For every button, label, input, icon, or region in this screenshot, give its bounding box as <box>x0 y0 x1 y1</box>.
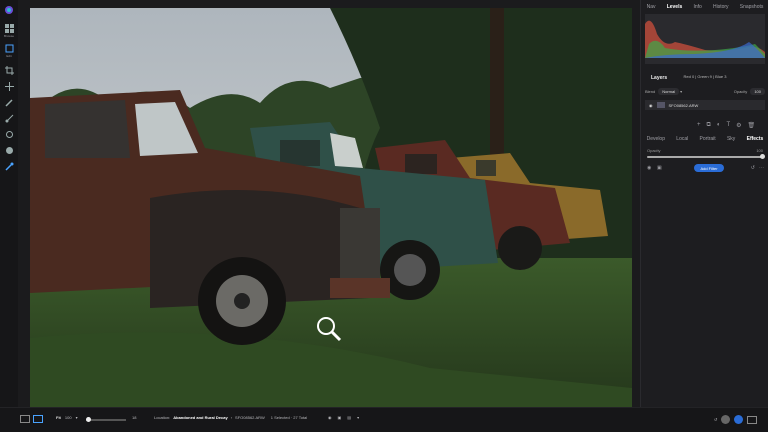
effects-opacity-value: 100 <box>756 148 763 153</box>
red-eye-icon[interactable] <box>3 160 15 172</box>
layer-actions: + ⧉ ◐ T ⚙ 🗑 <box>697 122 755 129</box>
eye-icon[interactable]: ◉ <box>649 103 653 108</box>
gradient-icon[interactable] <box>3 112 15 124</box>
visibility-icon[interactable]: ◉ <box>647 165 651 171</box>
compare-icon[interactable]: ▣ <box>338 415 342 420</box>
location-file: SFO08562.ARW <box>235 415 265 420</box>
histogram-graph <box>645 20 765 59</box>
filmstrip-view-icon[interactable] <box>33 415 43 423</box>
blend-label: Blend <box>645 89 656 94</box>
add-layer-icon[interactable]: + <box>697 122 701 129</box>
blend-select[interactable]: Normal <box>658 88 680 95</box>
settings-icon[interactable]: ⚙ <box>736 122 741 129</box>
left-toolbar: Browse Edit <box>0 0 18 432</box>
zoom-dropdown-icon[interactable]: ▾ <box>76 415 78 420</box>
bottom-bar: Fit 100 ▾ 18 Location: Abandoned and Rur… <box>0 407 768 432</box>
app-logo-icon[interactable] <box>3 4 15 16</box>
effects-opacity-slider[interactable] <box>647 154 765 159</box>
transform-icon[interactable] <box>3 80 15 92</box>
tab-sky[interactable]: Sky <box>727 136 735 146</box>
edit-caption: Edit <box>6 54 12 58</box>
view-toggles <box>20 415 49 423</box>
location-value[interactable]: Abandoned and Rural Decay <box>173 415 227 420</box>
mask-toggle-icon[interactable]: ▣ <box>657 165 662 171</box>
tab-info[interactable]: Info <box>693 2 701 12</box>
zoom-slider-knob[interactable] <box>86 417 91 422</box>
selection-status: 1 Selected · 27 Total <box>270 415 308 420</box>
undo-icon[interactable]: ↺ <box>714 417 717 422</box>
cancel-icon[interactable] <box>721 415 731 424</box>
thumb-size-value: 18 <box>132 415 137 420</box>
delete-layer-icon[interactable]: 🗑 <box>748 122 756 129</box>
tab-develop[interactable]: Develop <box>647 136 665 146</box>
panel-toggle-icon[interactable] <box>747 415 758 424</box>
grid-view-icon[interactable] <box>20 415 30 423</box>
opacity-input[interactable]: 100 <box>750 88 765 95</box>
tab-local[interactable]: Local <box>676 136 688 146</box>
photo-canvas[interactable] <box>30 8 632 408</box>
zoom-slider[interactable] <box>86 417 126 422</box>
clone-icon[interactable] <box>3 144 15 156</box>
tab-levels[interactable]: Levels <box>667 2 683 12</box>
opacity-label: Opacity <box>733 89 748 94</box>
fit-label[interactable]: Fit <box>56 415 61 420</box>
mask-icon[interactable]: ◐ <box>717 122 721 129</box>
tab-portrait[interactable]: Portrait <box>700 136 716 146</box>
layers-title: Layers <box>651 75 668 81</box>
eye-preview-icon[interactable]: ◉ <box>328 415 332 420</box>
crop-icon[interactable] <box>3 64 15 76</box>
chevron-down-icon[interactable]: ▾ <box>357 415 359 420</box>
browse-caption: Browse <box>3 34 14 38</box>
tab-nav[interactable]: Nav <box>647 2 656 12</box>
location-display: Location: Abandoned and Rural Decay › SF… <box>154 415 308 420</box>
layer-item[interactable]: ◉ SFO08562.ARW <box>645 100 765 110</box>
before-after-icon[interactable]: ▤ <box>347 415 351 420</box>
brush-icon[interactable] <box>3 96 15 108</box>
right-panel: Nav Levels Info History Snapshots Red 0 … <box>640 0 768 432</box>
add-filter-button[interactable]: Add Filter <box>694 164 724 172</box>
tab-effects[interactable]: Effects <box>747 136 764 146</box>
layer-name: SFO08562.ARW <box>668 102 699 108</box>
duplicate-layer-icon[interactable]: ⧉ <box>707 122 711 129</box>
zoom-controls: Fit 100 ▾ <box>56 415 78 420</box>
more-options-icon[interactable]: ⋯ <box>759 165 764 171</box>
slider-knob[interactable] <box>760 154 765 159</box>
tab-history[interactable]: History <box>713 2 729 12</box>
blend-row: Blend Normal ▾ Opacity 100 <box>645 88 765 95</box>
right-actions: ↺ <box>714 415 758 424</box>
effects-opacity-label: Opacity <box>647 148 661 153</box>
edit-icon[interactable] <box>3 42 15 54</box>
zoom-value[interactable]: 100 <box>65 415 72 420</box>
histogram: Red 0 | Green 9 | Blue 3 <box>645 14 765 79</box>
done-icon[interactable] <box>734 415 744 424</box>
browse-icon[interactable] <box>3 22 15 34</box>
chevron-down-icon: ▾ <box>680 89 683 94</box>
layer-thumbnail <box>656 102 665 108</box>
view-icons: ◉ ▣ ▤ ▾ <box>328 415 359 420</box>
retouch-icon[interactable] <box>3 128 15 140</box>
location-label: Location: <box>154 415 171 420</box>
slider-fill <box>647 156 763 158</box>
text-layer-icon[interactable]: T <box>726 122 730 129</box>
photo-image <box>30 8 632 408</box>
reset-icon[interactable]: ↺ <box>751 165 755 171</box>
tab-snapshots[interactable]: Snapshots <box>740 2 764 12</box>
panel-tabs: Nav Levels Info History Snapshots <box>641 2 768 12</box>
edit-subtabs: Develop Local Portrait Sky Effects <box>641 136 768 146</box>
